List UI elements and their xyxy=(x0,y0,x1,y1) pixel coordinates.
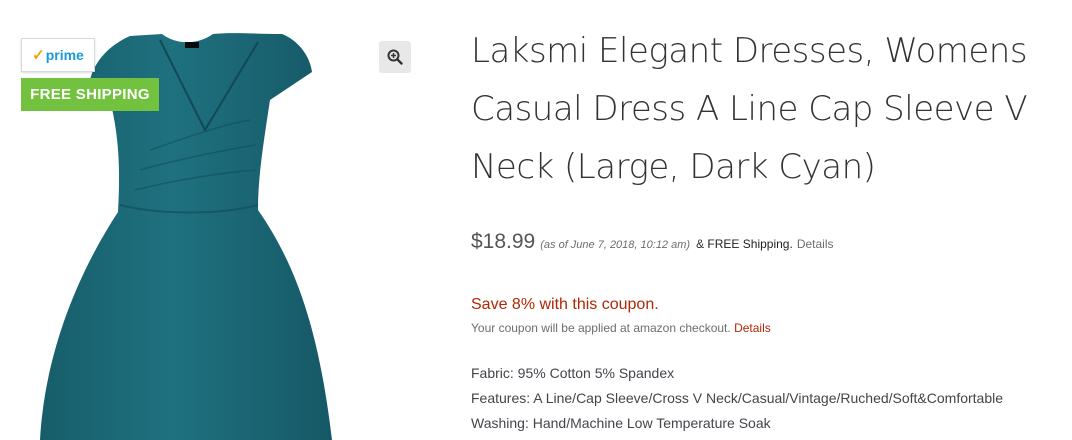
feature-list: Fabric: 95% Cotton 5% Spandex Features: … xyxy=(471,361,1061,436)
free-shipping-badge: FREE SHIPPING xyxy=(21,78,159,111)
feature-item: Washing: Hand/Machine Low Temperature So… xyxy=(471,415,771,431)
shipping-prefix: & xyxy=(696,237,705,251)
product-summary: Laksmi Elegant Dresses, Womens Casual Dr… xyxy=(471,0,1061,436)
prime-check-icon: ✓ xyxy=(32,47,45,64)
prime-label: prime xyxy=(45,47,84,63)
prime-badge: ✓ prime xyxy=(21,38,95,72)
coupon-details-link[interactable]: Details xyxy=(734,321,771,335)
zoom-button[interactable] xyxy=(379,41,411,73)
coupon-note-text: Your coupon will be applied at amazon ch… xyxy=(471,321,731,335)
price-details-link[interactable]: Details xyxy=(797,237,834,251)
coupon-headline: Save 8% with this coupon. xyxy=(471,296,659,313)
price-date: (as of June 7, 2018, 10:12 am) xyxy=(540,239,691,251)
price-line: $18.99 (as of June 7, 2018, 10:12 am) & … xyxy=(471,230,1061,254)
product-title: Laksmi Elegant Dresses, Womens Casual Dr… xyxy=(471,31,1028,187)
feature-item: Fabric: 95% Cotton 5% Spandex xyxy=(471,365,675,381)
product-gallery: ✓ prime FREE SHIPPING xyxy=(0,0,430,440)
zoom-icon xyxy=(387,49,403,65)
price: $18.99 xyxy=(471,230,536,253)
shipping-label: FREE Shipping. xyxy=(707,237,793,251)
shipping-info: & FREE Shipping. xyxy=(696,237,793,251)
feature-item: Features: A Line/Cap Sleeve/Cross V Neck… xyxy=(471,390,1004,406)
coupon-note: Your coupon will be applied at amazon ch… xyxy=(471,321,1061,335)
